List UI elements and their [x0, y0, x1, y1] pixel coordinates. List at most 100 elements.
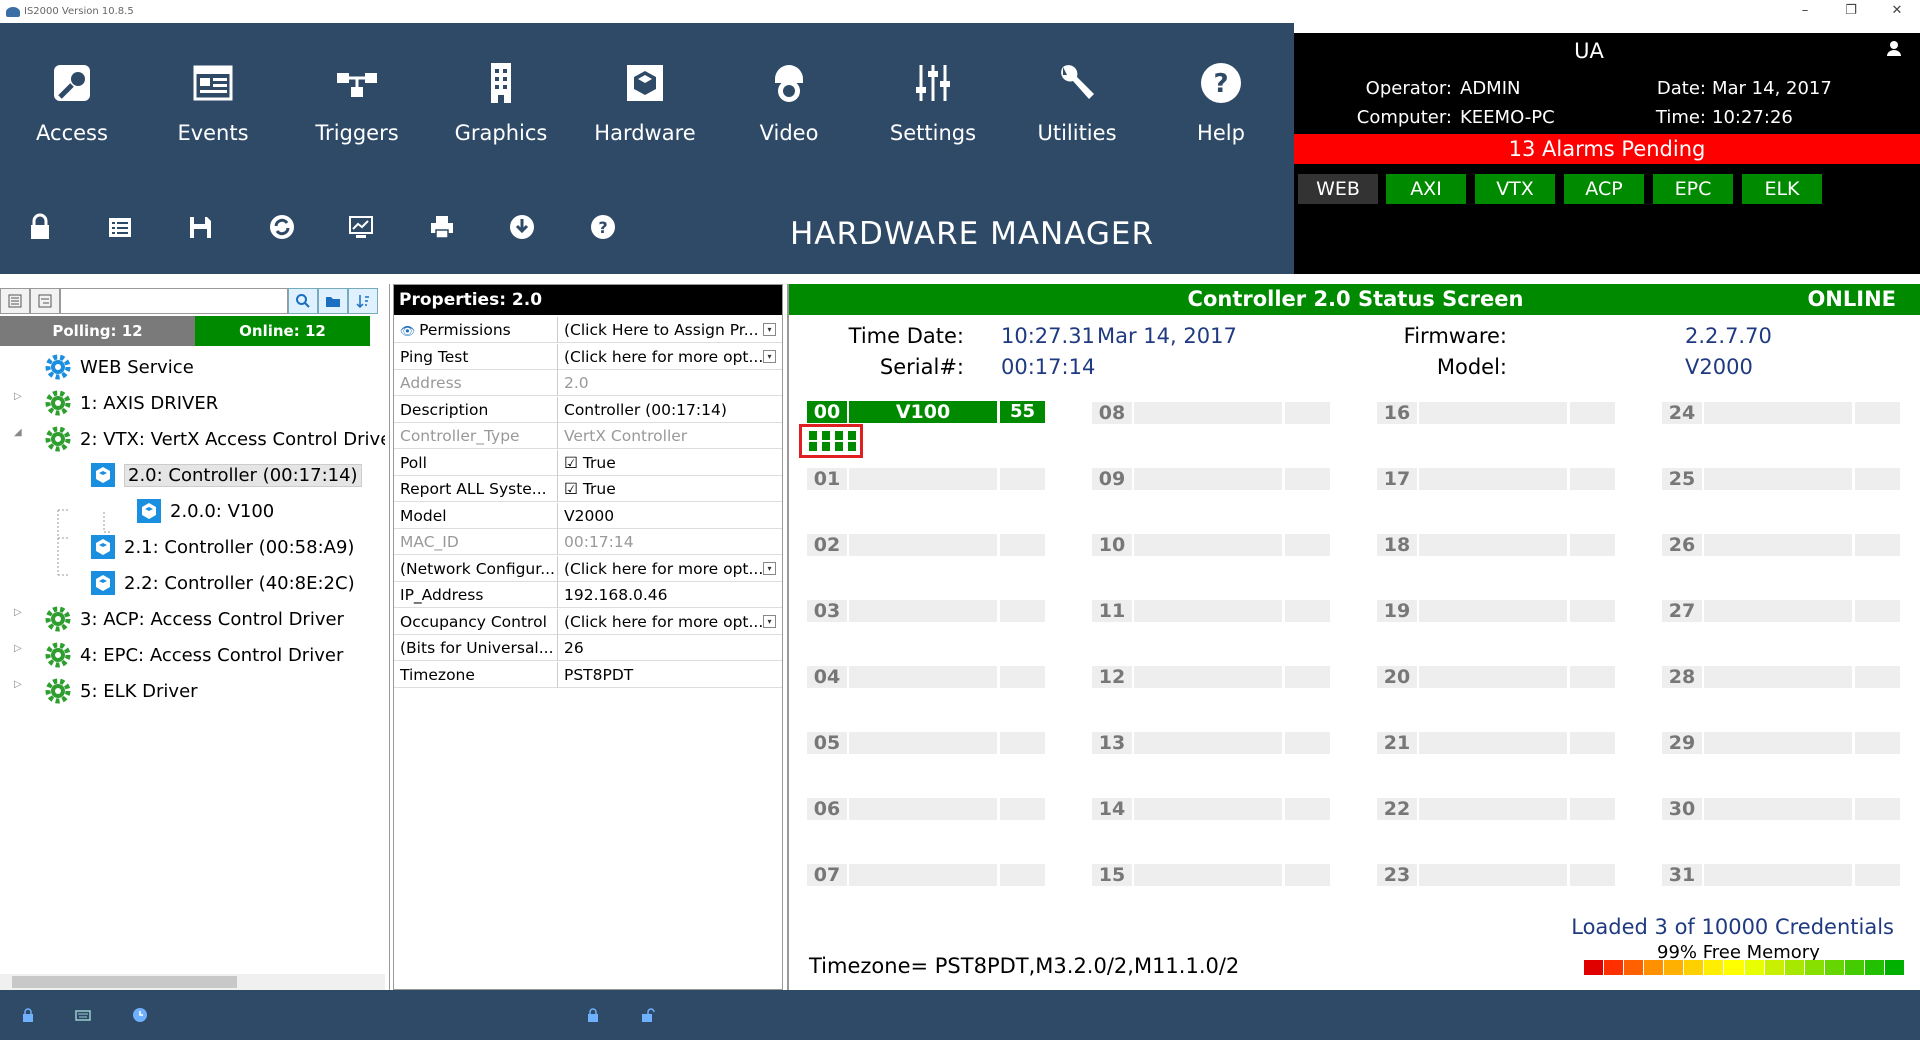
tree-item-elk-driver[interactable]: 5: ELK Driver: [44, 676, 198, 706]
toolbar-save-button[interactable]: [184, 211, 216, 243]
search-button[interactable]: [288, 288, 318, 314]
nav-hardware-button[interactable]: Hardware: [585, 59, 705, 169]
property-value[interactable]: 192.168.0.46: [560, 582, 782, 608]
tree-item-web-service[interactable]: WEB Service: [44, 352, 194, 382]
driver-acp-button[interactable]: ACP: [1564, 174, 1644, 204]
restore-button[interactable]: ❐: [1828, 0, 1874, 23]
property-value[interactable]: ☑ True: [560, 450, 782, 476]
nav-events-button[interactable]: Events: [153, 59, 273, 169]
property-row[interactable]: IP_Address 192.168.0.46: [394, 582, 782, 608]
door-slot[interactable]: 20: [1377, 666, 1615, 688]
expand-arrow-icon[interactable]: ▷: [14, 679, 22, 690]
dropdown-arrow-icon[interactable]: ▾: [763, 323, 776, 336]
property-value[interactable]: PST8PDT: [560, 662, 782, 688]
door-slot[interactable]: 30: [1662, 798, 1900, 820]
door-slot[interactable]: 04: [807, 666, 1045, 688]
door-slot[interactable]: 18: [1377, 534, 1615, 556]
door-slot[interactable]: 01: [807, 468, 1045, 490]
nav-graphics-button[interactable]: Graphics: [441, 59, 561, 169]
expand-all-button[interactable]: [0, 288, 30, 314]
door-slot[interactable]: 23: [1377, 864, 1615, 886]
door-slot[interactable]: 27: [1662, 600, 1900, 622]
property-value[interactable]: (Click here for more opt... ▾: [560, 556, 782, 582]
tree-item-vtx-driver[interactable]: 2: VTX: VertX Access Control Driver: [44, 424, 385, 454]
checkbox-icon[interactable]: ☑: [564, 454, 583, 472]
door-slot[interactable]: 05: [807, 732, 1045, 754]
expand-arrow-icon[interactable]: ▷: [14, 643, 22, 654]
driver-epc-button[interactable]: EPC: [1653, 174, 1733, 204]
door-slot[interactable]: 31: [1662, 864, 1900, 886]
dropdown-arrow-icon[interactable]: ▾: [763, 561, 776, 575]
driver-elk-button[interactable]: ELK: [1742, 174, 1822, 204]
driver-web-button[interactable]: WEB: [1298, 174, 1378, 204]
property-value[interactable]: V2000: [560, 503, 782, 529]
property-row[interactable]: Controller_Type VertX Controller: [394, 423, 782, 449]
folder-button[interactable]: [318, 288, 348, 314]
property-row[interactable]: Address 2.0: [394, 370, 782, 396]
door-slot[interactable]: 17: [1377, 468, 1615, 490]
alarms-pending-banner[interactable]: 13 Alarms Pending: [1294, 134, 1920, 164]
nav-settings-button[interactable]: Settings: [873, 59, 993, 169]
property-row[interactable]: Timezone PST8PDT: [394, 661, 782, 688]
dropdown-arrow-icon[interactable]: ▾: [763, 614, 776, 628]
property-row[interactable]: Occupancy Control (Click here for more op…: [394, 608, 782, 635]
property-row[interactable]: (Network Configur... (Click here for more…: [394, 555, 782, 582]
scrollbar-thumb[interactable]: [12, 976, 237, 988]
property-row[interactable]: 👁 Permissions (Click Here to Assign Pr...…: [394, 317, 782, 343]
tree-item-axis-driver[interactable]: 1: AXIS DRIVER: [44, 388, 218, 418]
expand-arrow-icon[interactable]: ▷: [14, 391, 22, 402]
tree-item-controller-2-0[interactable]: 2.0: Controller (00:17:14): [90, 460, 362, 490]
nav-video-button[interactable]: Video: [729, 59, 849, 169]
property-row[interactable]: (Bits for Universal... 26: [394, 635, 782, 661]
door-slot[interactable]: 10: [1092, 534, 1330, 556]
toolbar-lock-button[interactable]: [24, 211, 56, 243]
door-slot[interactable]: 29: [1662, 732, 1900, 754]
property-value[interactable]: ☑ True: [560, 476, 782, 502]
tree-item-controller-2-2[interactable]: 2.2: Controller (40:8E:2C): [90, 568, 355, 598]
property-value[interactable]: VertX Controller: [560, 423, 782, 449]
lock-icon[interactable]: [585, 1007, 601, 1023]
toolbar-help-button[interactable]: ?: [587, 211, 619, 243]
toolbar-list-button[interactable]: [104, 211, 136, 243]
keyboard-icon[interactable]: [75, 1007, 91, 1023]
property-row[interactable]: Description Controller (00:17:14): [394, 396, 782, 423]
door-slot[interactable]: 15: [1092, 864, 1330, 886]
door-slot[interactable]: 26: [1662, 534, 1900, 556]
door-slot[interactable]: 02: [807, 534, 1045, 556]
tree-item-acp-driver[interactable]: 3: ACP: Access Control Driver: [44, 604, 344, 634]
property-row[interactable]: MAC_ID 00:17:14: [394, 529, 782, 555]
tree-item-v100[interactable]: 2.0.0: V100: [136, 496, 274, 526]
tree-item-controller-2-1[interactable]: 2.1: Controller (00:58:A9): [90, 532, 354, 562]
door-slot[interactable]: 07: [807, 864, 1045, 886]
property-value[interactable]: Controller (00:17:14): [560, 397, 782, 423]
close-button[interactable]: ✕: [1874, 0, 1920, 23]
property-value[interactable]: (Click here for more opt... ▾: [560, 609, 782, 635]
collapse-arrow-icon[interactable]: ◢: [14, 427, 22, 438]
door-slot[interactable]: 22: [1377, 798, 1615, 820]
door-slot[interactable]: 16: [1377, 402, 1615, 424]
nav-triggers-button[interactable]: Triggers: [297, 59, 417, 169]
property-row[interactable]: Report ALL Syste... ☑ True: [394, 476, 782, 502]
door-slot[interactable]: 12: [1092, 666, 1330, 688]
toolbar-print-button[interactable]: [426, 211, 458, 243]
clock-icon[interactable]: [132, 1007, 148, 1023]
door-slot[interactable]: 11: [1092, 600, 1330, 622]
property-value[interactable]: 26: [560, 635, 782, 661]
nav-utilities-button[interactable]: Utilities: [1017, 59, 1137, 169]
door-slot[interactable]: 06: [807, 798, 1045, 820]
tree-horizontal-scrollbar[interactable]: [0, 974, 385, 990]
checkbox-icon[interactable]: ☑: [564, 480, 583, 498]
lock-icon[interactable]: [20, 1007, 36, 1023]
door-slot[interactable]: 21: [1377, 732, 1615, 754]
property-row[interactable]: Model V2000: [394, 502, 782, 529]
driver-vtx-button[interactable]: VTX: [1475, 174, 1555, 204]
sort-button[interactable]: [348, 288, 378, 314]
collapse-all-button[interactable]: [30, 288, 60, 314]
property-value[interactable]: 2.0: [560, 370, 782, 396]
property-row[interactable]: Ping Test (Click here for more opt... ▾: [394, 343, 782, 370]
driver-axi-button[interactable]: AXI: [1386, 174, 1466, 204]
door-slot[interactable]: 19: [1377, 600, 1615, 622]
expand-arrow-icon[interactable]: ▷: [14, 607, 22, 618]
user-icon[interactable]: [1884, 39, 1904, 59]
nav-help-button[interactable]: ? Help: [1161, 59, 1281, 169]
